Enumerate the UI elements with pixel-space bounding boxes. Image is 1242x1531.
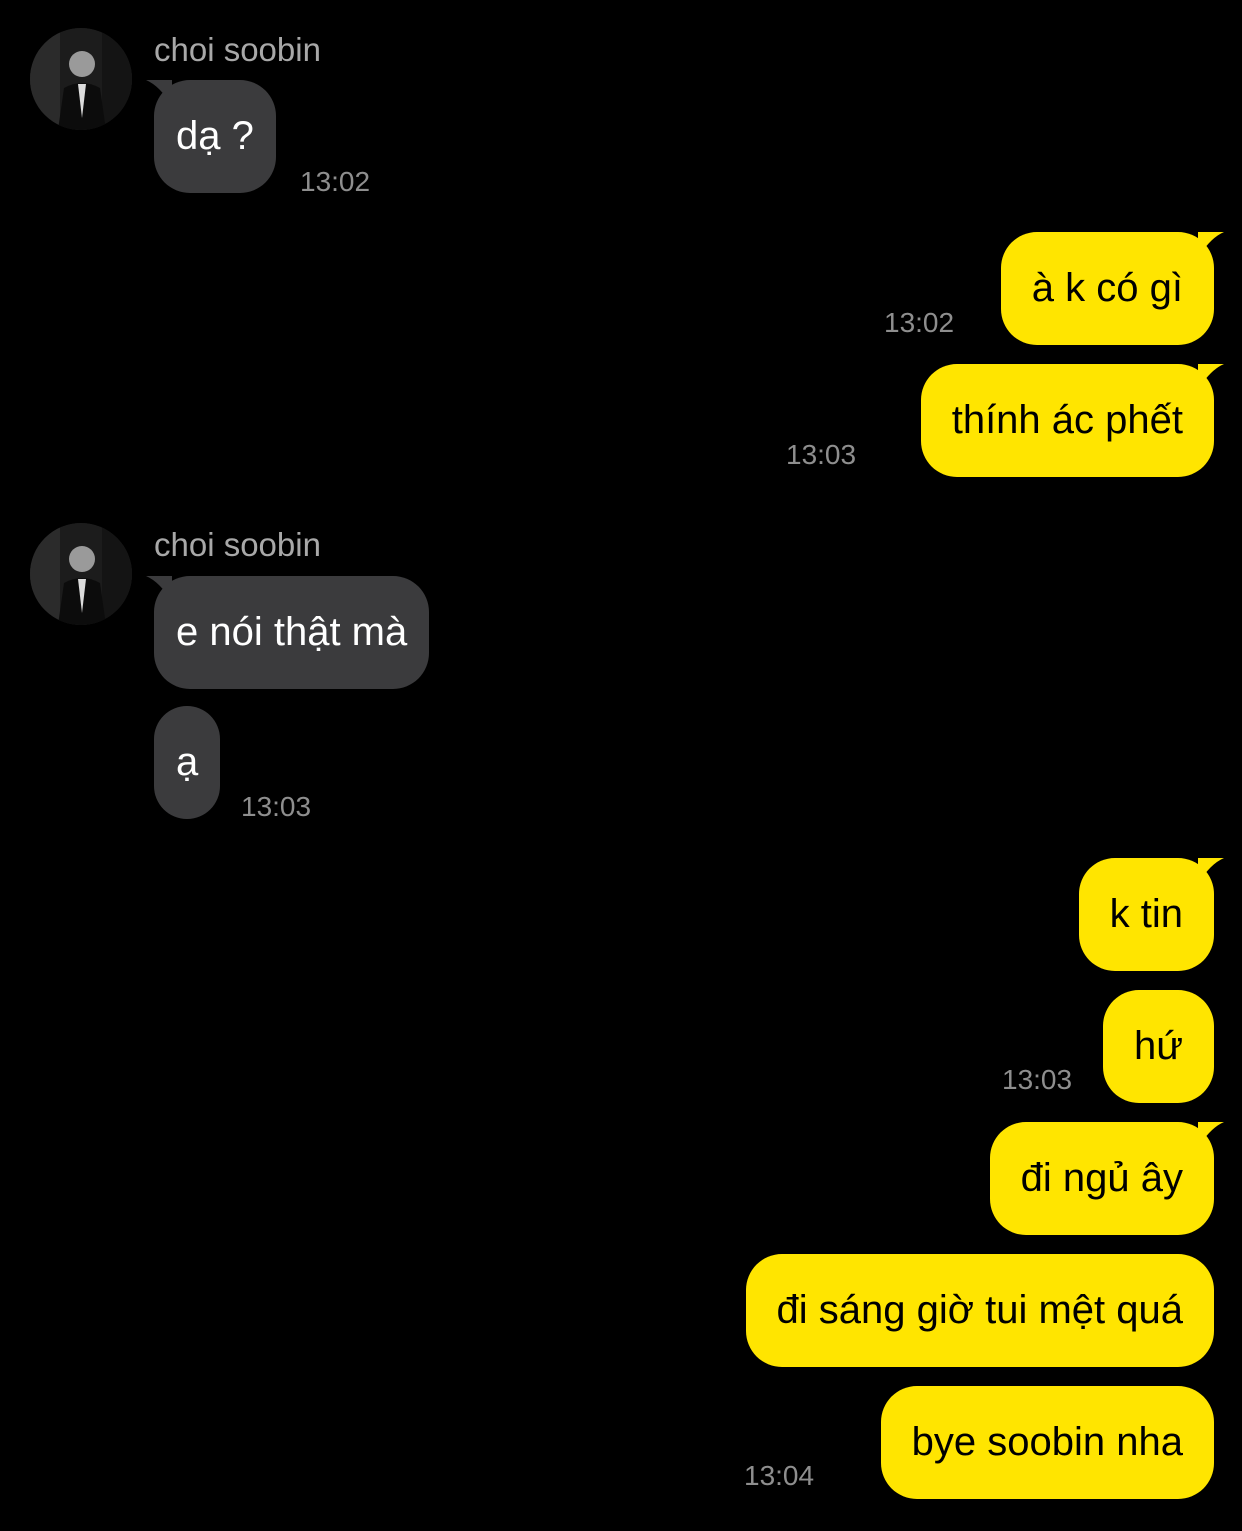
message-text: à k có gì	[1031, 266, 1183, 310]
bubble-tail	[1198, 364, 1224, 390]
message-text: bye soobin nha	[911, 1420, 1183, 1464]
message-timestamp: 13:02	[884, 307, 955, 338]
message-bubble-outgoing[interactable]: thính ác phết	[920, 364, 1224, 477]
avatar-photo	[30, 28, 132, 130]
message-text: đi sáng giờ tui mệt quá	[776, 1288, 1183, 1332]
message-bubble-outgoing[interactable]: đi sáng giờ tui mệt quá	[745, 1254, 1214, 1367]
message-timestamp: 13:03	[1002, 1064, 1073, 1095]
message-bubble-outgoing[interactable]: hứ	[1102, 990, 1214, 1103]
message-text: k tin	[1109, 892, 1183, 936]
message-text: hứ	[1133, 1024, 1183, 1068]
sender-name: choi soobin	[154, 526, 321, 563]
message-text: đi ngủ ây	[1020, 1156, 1183, 1200]
message-bubble-outgoing[interactable]: à k có gì	[1000, 232, 1224, 345]
message-bubble-incoming[interactable]: dạ ?	[146, 80, 276, 193]
message-timestamp: 13:04	[744, 1460, 815, 1491]
avatar[interactable]	[30, 523, 132, 625]
message-bubble-outgoing[interactable]: đi ngủ ây	[989, 1122, 1224, 1235]
message-text: e nói thật mà	[176, 610, 408, 654]
message-bubble-outgoing[interactable]: k tin	[1078, 858, 1224, 971]
message-text: ạ	[176, 740, 199, 784]
bubble-tail	[1198, 232, 1224, 258]
avatar[interactable]	[30, 28, 132, 130]
bubble-tail	[1198, 858, 1224, 884]
bubble-tail	[146, 80, 172, 106]
message-bubble-incoming[interactable]: e nói thật mà	[146, 576, 430, 689]
message-bubble-incoming[interactable]: ạ	[154, 706, 221, 819]
message-text: thính ác phết	[951, 398, 1183, 442]
bubble-tail	[146, 576, 172, 602]
avatar-photo	[30, 523, 132, 625]
message-timestamp: 13:03	[241, 791, 312, 822]
sender-name: choi soobin	[154, 31, 321, 68]
message-bubble-outgoing[interactable]: bye soobin nha	[880, 1386, 1214, 1499]
message-timestamp: 13:03	[786, 439, 857, 470]
message-timestamp: 13:02	[300, 166, 371, 197]
message-text: dạ ?	[176, 114, 254, 158]
bubble-tail	[1198, 1122, 1224, 1148]
